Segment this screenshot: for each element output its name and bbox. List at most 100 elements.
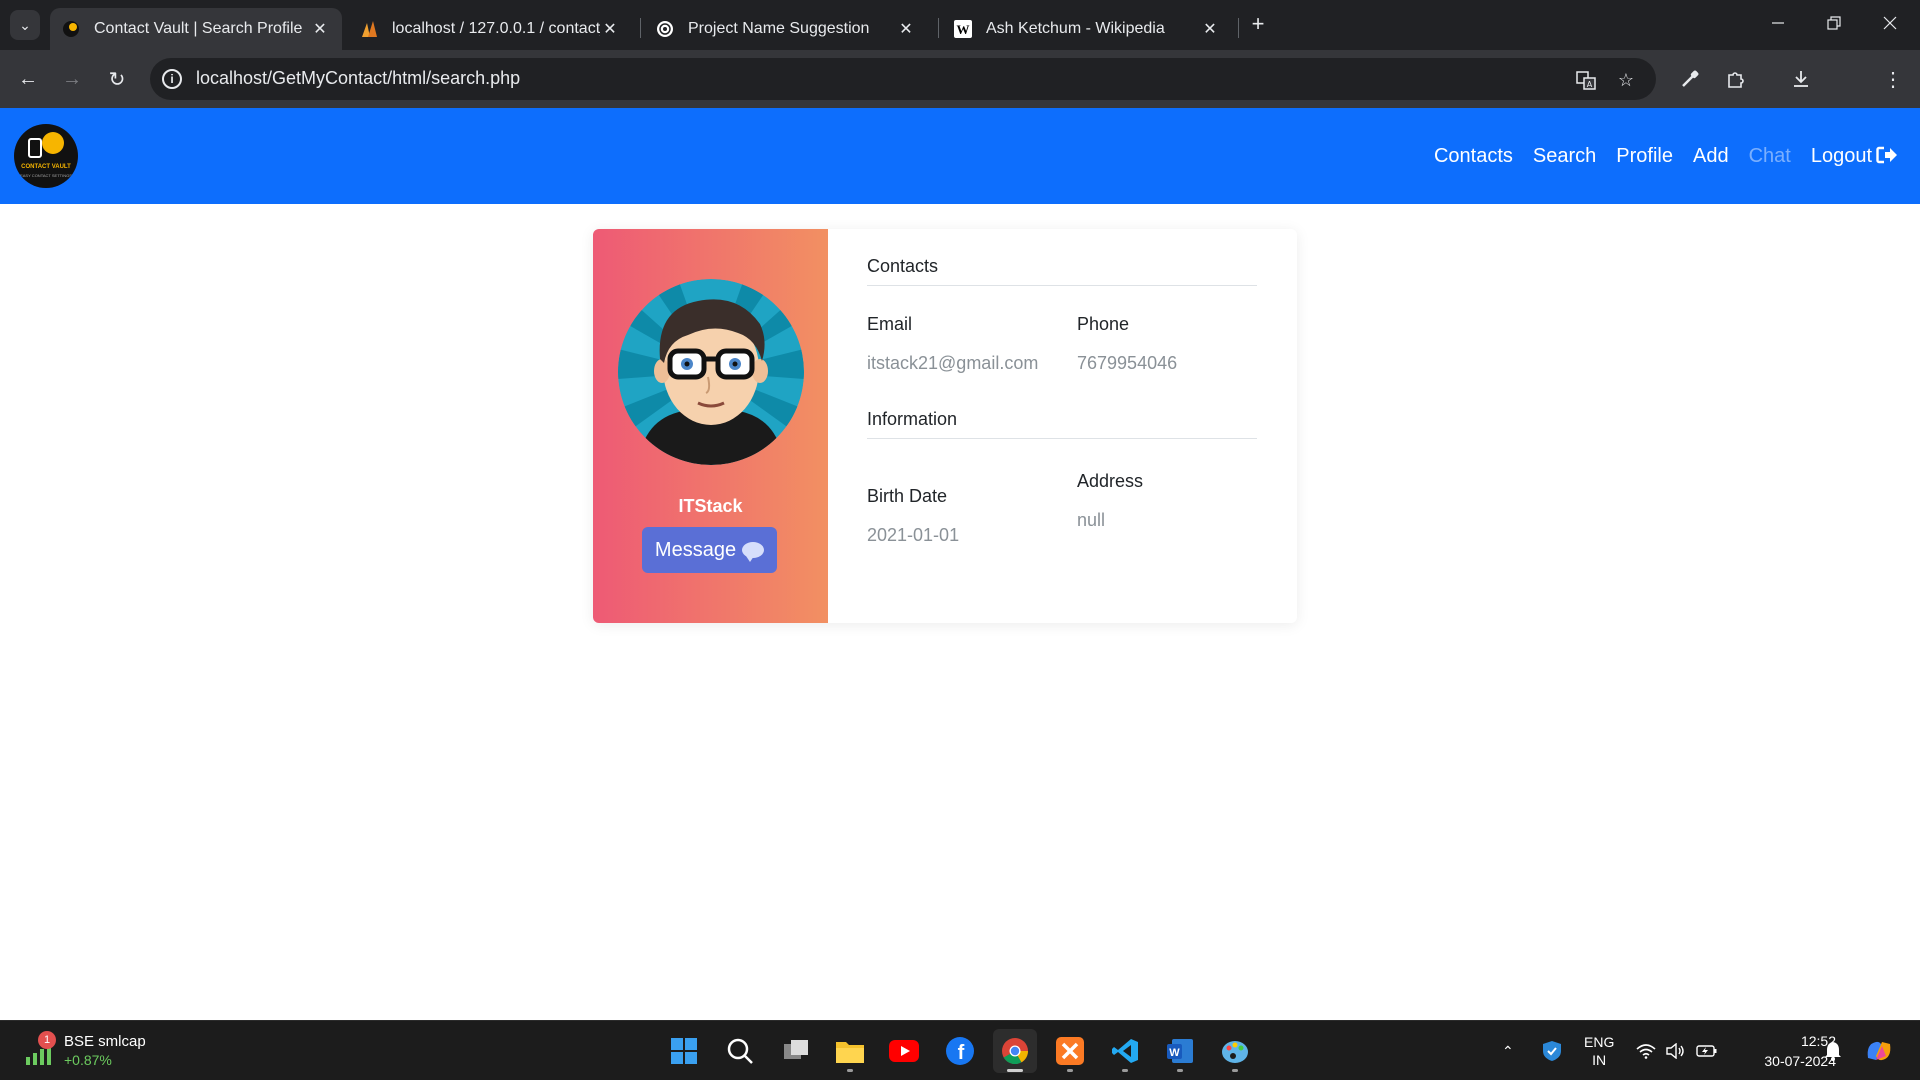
message-button[interactable]: Message (642, 527, 777, 573)
arrow-left-icon: ← (18, 67, 38, 90)
reload-button[interactable]: ↻ (102, 64, 132, 94)
tab-search-button[interactable]: ⌄ (10, 10, 40, 40)
section-title-contacts: Contacts (867, 256, 1257, 286)
site-info-icon[interactable]: i (162, 69, 182, 89)
reload-icon: ↻ (108, 68, 126, 91)
tab-contact-vault[interactable]: Contact Vault | Search Profile ✕ (50, 8, 342, 50)
security-tray-icon[interactable] (1542, 1021, 1562, 1080)
word-app[interactable]: W (1158, 1029, 1202, 1073)
paint-app[interactable] (1213, 1029, 1257, 1073)
chatgpt-favicon-icon (656, 20, 674, 38)
brand-name: CONTACT VAULT (21, 164, 71, 170)
phpmyadmin-favicon-icon (360, 20, 378, 38)
browser-tab-bar: ⌄ Contact Vault | Search Profile ✕ local… (0, 0, 1920, 50)
brand-logo[interactable]: CONTACT VAULT EASY CONTACT SETTINGS (14, 124, 78, 188)
shield-icon (1543, 1041, 1561, 1061)
notification-badge: 1 (38, 1031, 56, 1049)
windows-logo-icon (671, 1038, 697, 1064)
forward-button[interactable]: → (57, 64, 87, 94)
tab-title: Ash Ketchum - Wikipedia (986, 20, 1165, 37)
tab-title: localhost / 127.0.0.1 / contact_v (392, 20, 600, 37)
svg-text:A: A (1587, 80, 1593, 89)
stock-ticker-widget[interactable]: 1 BSE smlcap +0.87% (24, 1031, 154, 1071)
chrome-app[interactable] (993, 1029, 1037, 1073)
minimize-button[interactable] (1758, 8, 1798, 38)
vscode-app[interactable] (1103, 1029, 1147, 1073)
translate-icon[interactable]: A (1574, 68, 1598, 92)
start-button[interactable] (662, 1029, 706, 1073)
email-label: Email (867, 314, 913, 334)
address-label: Address (1077, 471, 1144, 491)
youtube-app[interactable] (882, 1029, 926, 1073)
profile-avatar (618, 279, 804, 465)
nav-links: Contacts Search Profile Add Chat Logout (1434, 108, 1898, 204)
wifi-icon (1636, 1044, 1656, 1059)
running-indicator (1232, 1069, 1238, 1072)
nav-logout[interactable]: Logout (1811, 145, 1898, 168)
new-tab-button[interactable]: + (1246, 11, 1270, 36)
copilot-icon (1867, 1041, 1891, 1061)
email-value: itstack21@gmail.com (867, 353, 1039, 373)
nav-search[interactable]: Search (1533, 145, 1596, 168)
tab-project-name[interactable]: Project Name Suggestion ✕ (644, 8, 928, 50)
back-button[interactable]: ← (13, 64, 43, 94)
close-icon[interactable]: ✕ (600, 19, 620, 39)
nav-logout-label: Logout (1810, 144, 1872, 167)
logo-phone-shape (28, 138, 42, 158)
svg-text:f: f (958, 1042, 965, 1064)
file-explorer-app[interactable] (828, 1029, 872, 1073)
system-tray-status[interactable] (1636, 1021, 1718, 1080)
nav-chat[interactable]: Chat (1749, 145, 1791, 168)
address-bar[interactable]: i localhost/GetMyContact/html/search.php… (150, 58, 1656, 100)
logo-sun-shape (42, 132, 64, 154)
facebook-app[interactable]: f (938, 1029, 982, 1073)
wikipedia-favicon-icon: W (954, 20, 972, 38)
task-view-button[interactable] (774, 1029, 818, 1073)
folder-icon (836, 1042, 864, 1063)
running-indicator (1177, 1069, 1183, 1072)
section-title-information: Information (867, 409, 1257, 439)
logout-icon (1876, 145, 1898, 168)
extensions-icon[interactable] (1721, 64, 1751, 94)
notifications-button[interactable] (1824, 1021, 1842, 1080)
copilot-button[interactable] (1864, 1021, 1894, 1080)
running-indicator (847, 1069, 853, 1072)
ticker-name: BSE smlcap (64, 1033, 146, 1050)
download-icon[interactable] (1786, 64, 1816, 94)
taskbar-search-button[interactable] (718, 1029, 762, 1073)
nav-profile[interactable]: Profile (1616, 145, 1673, 168)
contact-vault-favicon-icon (62, 20, 80, 38)
phone-value: 7679954046 (1077, 353, 1178, 373)
url-text[interactable]: localhost/GetMyContact/html/search.php (196, 68, 520, 89)
close-window-button[interactable] (1870, 8, 1910, 38)
tab-wikipedia[interactable]: W Ash Ketchum - Wikipedia ✕ (942, 8, 1232, 50)
language-indicator[interactable]: ENG IN (1584, 1021, 1614, 1080)
brand-tagline: EASY CONTACT SETTINGS (20, 173, 72, 178)
running-indicator (1007, 1069, 1023, 1072)
menu-kebab-icon[interactable]: ⋮ (1878, 64, 1908, 94)
profile-card: ITStack Message Contacts Email itstack21… (593, 229, 1297, 623)
xampp-app[interactable] (1048, 1029, 1092, 1073)
chevron-down-icon: ⌄ (19, 16, 31, 33)
restore-button[interactable] (1814, 8, 1854, 38)
search-icon (727, 1038, 753, 1064)
tray-overflow-button[interactable]: ⌃ (1502, 1021, 1514, 1080)
language-code: ENG (1584, 1034, 1615, 1050)
task-view-icon (784, 1040, 808, 1059)
nav-contacts[interactable]: Contacts (1434, 145, 1513, 168)
nav-add[interactable]: Add (1693, 145, 1729, 168)
tab-title: Contact Vault | Search Profile (94, 20, 303, 37)
profile-card-left: ITStack Message (593, 229, 828, 623)
windows-taskbar: 1 BSE smlcap +0.87% f W ⌃ ENG IN 12:52 3… (0, 1020, 1920, 1080)
tab-phpmyadmin[interactable]: localhost / 127.0.0.1 / contact_v ✕ (348, 8, 632, 50)
close-icon[interactable]: ✕ (310, 19, 330, 39)
close-icon[interactable]: ✕ (1200, 19, 1220, 39)
tab-separator (640, 18, 641, 38)
arrow-right-icon: → (62, 67, 82, 90)
bookmark-star-icon[interactable]: ☆ (1614, 68, 1638, 92)
birth-date-label: Birth Date (867, 486, 948, 506)
tab-separator (938, 18, 939, 38)
close-icon[interactable]: ✕ (896, 19, 916, 39)
ticker-change: +0.87% (64, 1052, 112, 1068)
eyedropper-icon[interactable] (1675, 64, 1705, 94)
